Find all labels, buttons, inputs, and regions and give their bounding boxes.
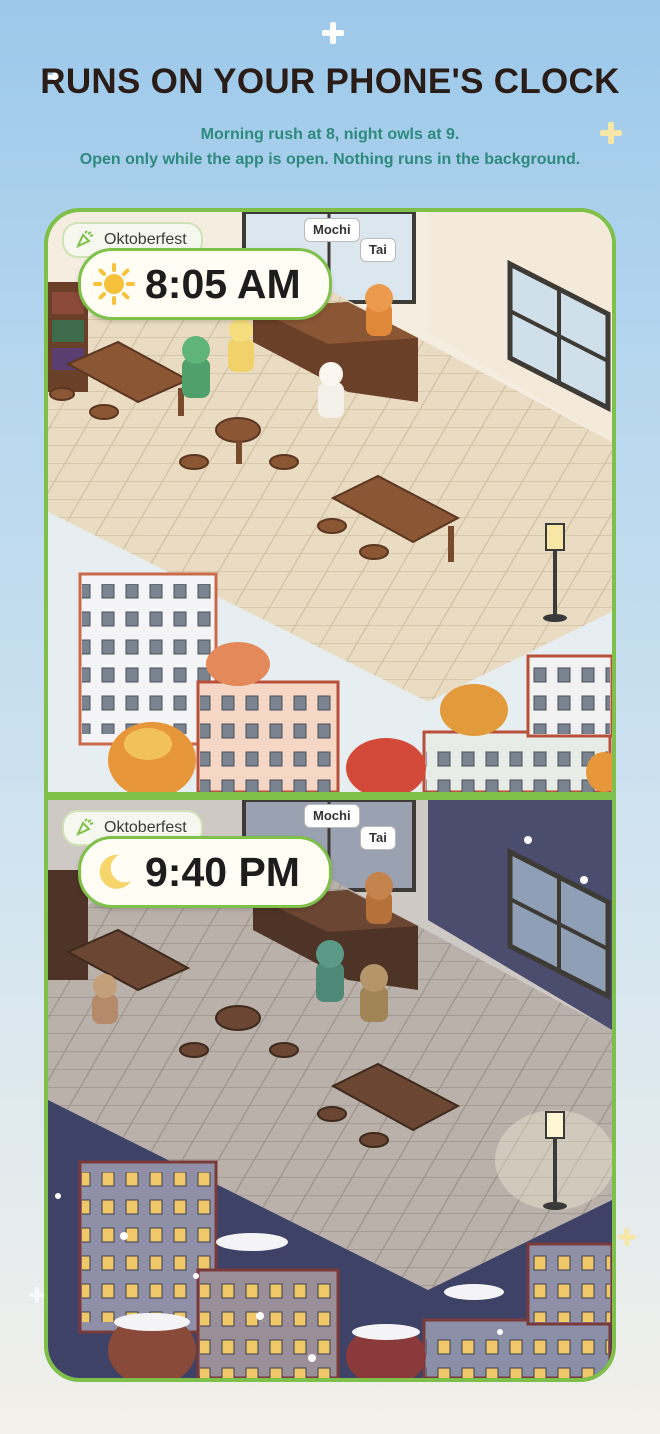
day-scene: Oktoberfest Mochi Tai 8:05 AM (48, 212, 612, 792)
party-popper-icon (76, 818, 94, 836)
party-popper-icon (76, 230, 94, 248)
sparkle-icon (29, 1287, 45, 1303)
character-nametag-tai: Tai (360, 826, 396, 850)
guest-character (92, 974, 118, 1024)
clock-time: 8:05 AM (145, 261, 301, 307)
bear-character (360, 964, 388, 1022)
character-nametag-mochi: Mochi (304, 218, 360, 242)
sun-icon (93, 263, 135, 305)
phone-frame: Oktoberfest Mochi Tai 8:05 AM Oktoberfes… (44, 208, 616, 1382)
tiger-character (365, 872, 393, 924)
night-scene: Oktoberfest Mochi Tai 9:40 PM (48, 800, 612, 1378)
sparkle-icon (322, 22, 344, 44)
frog-character (316, 940, 344, 1002)
duck-character (228, 318, 254, 372)
page-title: RUNS ON YOUR PHONE'S CLOCK (40, 62, 620, 101)
subtitle-line-2: Open only while the app is open. Nothing… (79, 151, 581, 168)
event-label: Oktoberfest (104, 819, 187, 836)
character-nametag-tai: Tai (360, 238, 396, 262)
clock-badge: 8:05 AM (78, 248, 332, 320)
clock-badge: 9:40 PM (78, 836, 332, 908)
chicken-character (318, 362, 344, 418)
sparkle-icon (618, 1228, 636, 1246)
clock-time: 9:40 PM (145, 849, 300, 895)
subtitle-line-1: Morning rush at 8, night owls at 9. (200, 126, 460, 143)
character-nametag-mochi: Mochi (304, 804, 360, 828)
event-label: Oktoberfest (104, 231, 187, 248)
frog-character (182, 336, 210, 398)
moon-icon (99, 854, 131, 889)
tiger-character (365, 284, 393, 336)
